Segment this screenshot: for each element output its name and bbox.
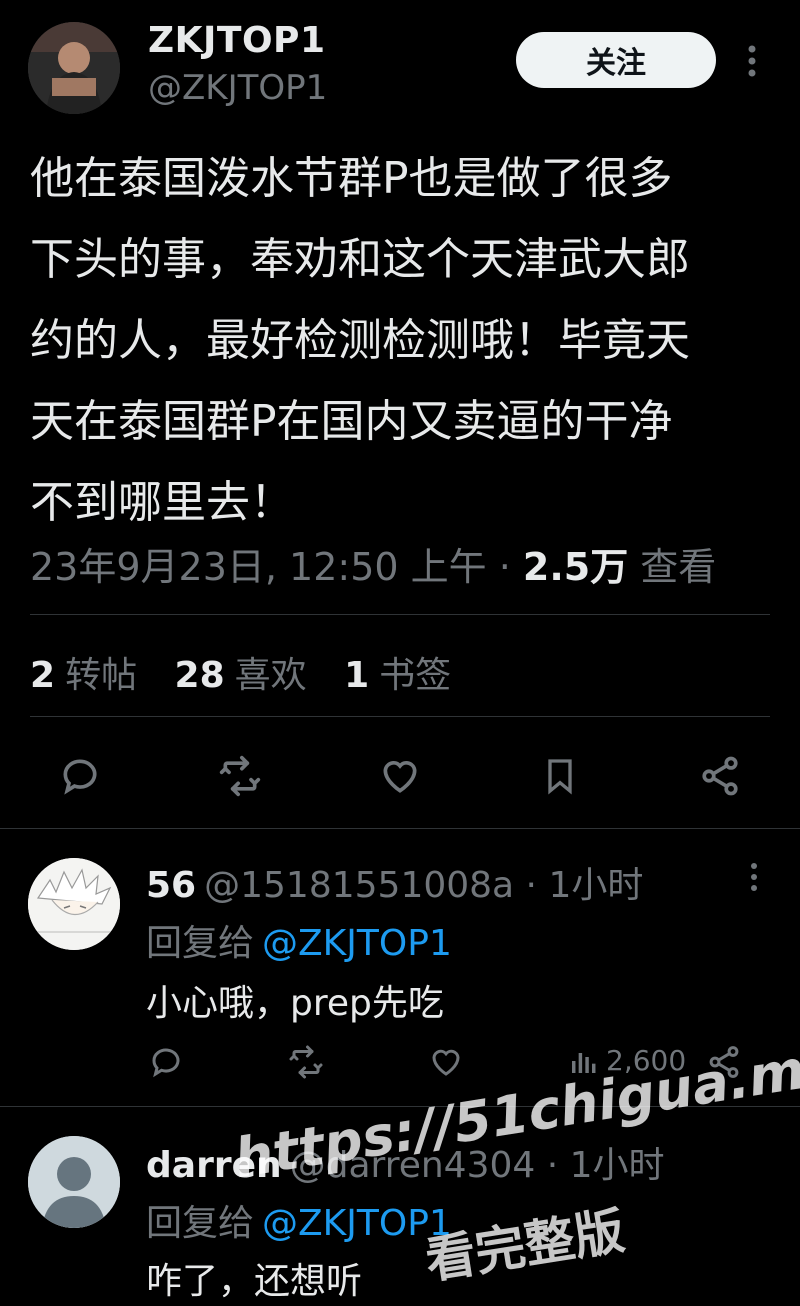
tweet-text-line: 不到哪里去！ bbox=[30, 477, 294, 528]
retweets-label: 转帖 bbox=[65, 655, 138, 696]
reply-user-name[interactable]: 56 bbox=[146, 865, 196, 906]
reply-text: 小心哦，prep先吃 bbox=[146, 983, 444, 1024]
reply-icon[interactable] bbox=[56, 752, 104, 800]
reply-avatar[interactable] bbox=[28, 1136, 120, 1228]
likes-label: 喜欢 bbox=[234, 655, 307, 696]
reply-avatar[interactable] bbox=[28, 858, 120, 950]
more-options-icon[interactable] bbox=[744, 44, 760, 84]
tweet-text-line: 天在泰国群P在国内又卖逼的干净 bbox=[30, 396, 673, 447]
author-handle[interactable]: @ZKJTOP1 bbox=[148, 68, 327, 108]
bookmarks-label: 书签 bbox=[379, 655, 452, 696]
follow-button[interactable]: 关注 bbox=[516, 32, 716, 88]
reply-retweet-icon[interactable] bbox=[286, 1042, 326, 1082]
reply-like-icon[interactable] bbox=[426, 1042, 466, 1082]
bookmarks-count: 1 bbox=[344, 655, 370, 696]
likes-count: 28 bbox=[174, 655, 225, 696]
views-count: 2.5万 bbox=[522, 545, 629, 589]
retweets-count: 2 bbox=[30, 655, 56, 696]
reply-reply-icon[interactable] bbox=[146, 1042, 186, 1082]
likes-stat[interactable]: 28 喜欢 bbox=[175, 655, 307, 696]
author-name[interactable]: ZKJTOP1 bbox=[148, 20, 326, 61]
retweets-stat[interactable]: 2 转帖 bbox=[30, 655, 137, 696]
bookmarks-stat[interactable]: 1 书签 bbox=[344, 655, 451, 696]
reply-to-line: 回复给 @ZKJTOP1 bbox=[146, 914, 452, 966]
reply-text: 咋了，还想听 bbox=[146, 1261, 363, 1302]
tweet-stats: 2 转帖 28 喜欢 1 书签 bbox=[30, 646, 477, 698]
reply-more-options-icon[interactable] bbox=[748, 862, 760, 898]
tweet-text-line: 他在泰国泼水节群P也是做了很多 bbox=[30, 153, 673, 204]
views-label: 查看 bbox=[628, 545, 717, 589]
divider bbox=[0, 828, 800, 829]
divider bbox=[30, 614, 770, 615]
tweet-meta: 23年9月23日, 12:50 上午 · 2.5万 查看 bbox=[30, 536, 716, 591]
author-avatar[interactable] bbox=[28, 22, 120, 114]
tweet-text-line: 下头的事，奉劝和这个天津武大郎 bbox=[30, 234, 690, 285]
divider bbox=[30, 716, 770, 717]
reply-user-handle-time[interactable]: @15181551008a · 1小时 bbox=[204, 865, 643, 906]
reply-to-line: 回复给 @ZKJTOP1 bbox=[146, 1194, 452, 1246]
retweet-icon[interactable] bbox=[216, 752, 264, 800]
tweet-timestamp[interactable]: 23年9月23日, 12:50 上午 · bbox=[30, 545, 523, 589]
tweet-text-line: 约的人，最好检测检测哦！毕竟天 bbox=[30, 315, 690, 366]
reply-to-label: 回复给 bbox=[146, 1203, 255, 1244]
reply-user-line: 56 @15181551008a · 1小时 bbox=[146, 856, 643, 908]
share-icon[interactable] bbox=[696, 752, 744, 800]
tweet-text: 他在泰国泼水节群P也是做了很多 下头的事，奉劝和这个天津武大郎 约的人，最好检测… bbox=[30, 138, 770, 543]
bookmark-icon[interactable] bbox=[536, 752, 584, 800]
like-icon[interactable] bbox=[376, 752, 424, 800]
reply-to-label: 回复给 bbox=[146, 923, 255, 964]
reply-to-mention[interactable]: @ZKJTOP1 bbox=[262, 923, 452, 964]
